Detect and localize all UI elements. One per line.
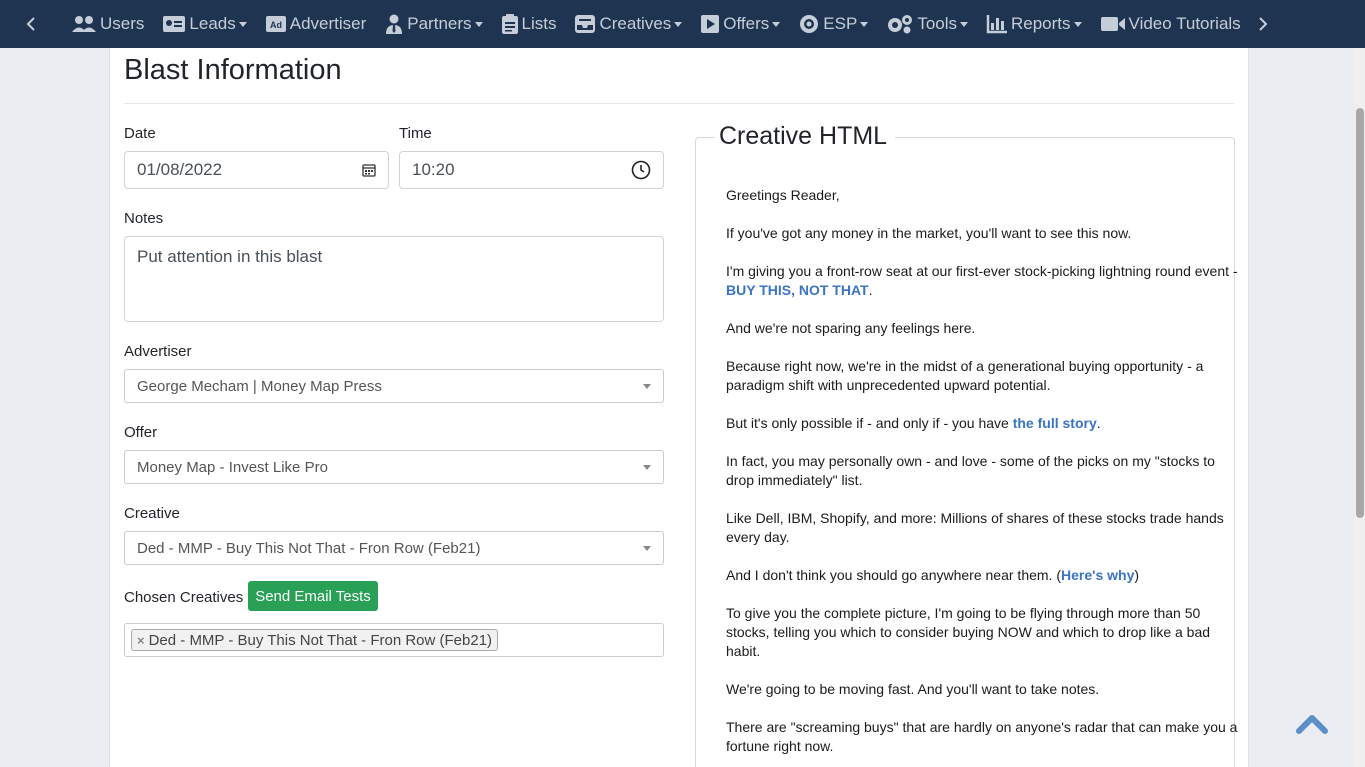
nav-item-label: ESP: [823, 14, 858, 33]
play-square-icon: [701, 15, 720, 33]
chevron-down-icon: [960, 21, 968, 27]
blast-card: Blast Information Date 01/08/2022 Time 1…: [109, 48, 1249, 767]
nav-item-label: Leads: [189, 14, 236, 33]
nav-item-label: Users: [100, 14, 145, 33]
nav-item-label: Tools: [917, 14, 957, 33]
chevron-down-icon: [772, 21, 781, 27]
chevron-down-icon: [643, 545, 651, 551]
chevron-down-icon: [1073, 21, 1082, 27]
creative-html-preview: Greetings Reader, If you've got any mone…: [726, 186, 1241, 767]
offer-label: Offer: [124, 424, 158, 441]
notes-textarea[interactable]: Put attention in this blast: [124, 236, 664, 322]
nav-item-leads[interactable]: Leads: [153, 0, 255, 48]
creative-paragraph: But it's only possible if - and only if …: [726, 415, 1101, 431]
svg-text:Ad: Ad: [270, 20, 282, 30]
creative-value: Ded - MMP - Buy This Not That - Fron Row…: [137, 539, 481, 557]
creative-paragraph: Greetings Reader,: [726, 187, 840, 203]
page-title: Blast Information: [124, 54, 342, 86]
date-label: Date: [124, 125, 156, 142]
nav-item-users[interactable]: Users: [62, 0, 153, 48]
creative-paragraph: Because right now, we're in the midst of…: [726, 358, 1204, 393]
notes-label: Notes: [124, 210, 164, 227]
nav-item-video-tutorials[interactable]: Video Tutorials: [1091, 0, 1250, 48]
chevron-down-icon: [643, 383, 651, 389]
creative-paragraph: I'm giving you a front-row seat at our f…: [726, 263, 1238, 298]
creative-link[interactable]: BUY THIS, NOT THAT: [726, 282, 869, 298]
time-input[interactable]: 10:20: [399, 151, 664, 189]
creative-html-legend: Creative HTML: [715, 122, 896, 151]
scrollbar-thumb[interactable]: [1356, 108, 1364, 518]
time-value: 10:20: [412, 160, 455, 179]
chosen-creatives-label: Chosen Creatives: [124, 589, 244, 606]
nav-item-esp[interactable]: ESP: [789, 0, 877, 48]
mail-bulk-icon: [800, 15, 819, 33]
creative-paragraph: We're going to be moving fast. And you'l…: [726, 681, 1100, 697]
advertiser-value: George Mecham | Money Map Press: [137, 377, 382, 395]
offer-value: Money Map - Invest Like Pro: [137, 458, 328, 476]
creative-paragraph: In fact, you may personally own - and lo…: [726, 453, 1215, 488]
title-divider: [124, 103, 1234, 104]
date-input[interactable]: 01/08/2022: [124, 151, 389, 189]
clipboard-list-icon: [501, 14, 518, 34]
chart-bar-icon: [986, 15, 1007, 34]
creative-paragraph: There are "screaming buys" that are hard…: [726, 719, 1238, 754]
page-scrollbar[interactable]: [1355, 48, 1365, 767]
creative-select[interactable]: Ded - MMP - Buy This Not That - Fron Row…: [124, 531, 664, 565]
calendar-icon[interactable]: [362, 163, 376, 177]
nav-item-label: Advertiser: [289, 14, 367, 33]
user-tie-icon: [386, 14, 403, 34]
advertiser-select[interactable]: George Mecham | Money Map Press: [124, 369, 664, 403]
chosen-creative-tag-label: Ded - MMP - Buy This Not That - Fron Row…: [148, 631, 493, 649]
creative-link[interactable]: the full story: [1013, 415, 1097, 431]
creative-paragraph: To give you the complete picture, I'm go…: [726, 605, 1211, 659]
nav-item-label: Reports: [1011, 14, 1071, 33]
inbox-icon: [575, 15, 596, 33]
offer-select[interactable]: Money Map - Invest Like Pro: [124, 450, 664, 484]
nav-item-reports[interactable]: Reports: [977, 0, 1091, 48]
chevron-down-icon: [474, 21, 483, 27]
nav-scroll-left-icon[interactable]: [0, 0, 62, 48]
date-value: 01/08/2022: [137, 160, 223, 179]
users-icon: [72, 16, 96, 32]
nav-item-advertiser[interactable]: Ad Advertiser: [256, 0, 376, 48]
ad-icon: Ad: [265, 16, 286, 32]
creative-paragraph: Like Dell, IBM, Shopify, and more: Milli…: [726, 510, 1224, 545]
time-label: Time: [399, 125, 432, 142]
creative-paragraph: And we're not sparing any feelings here.: [726, 320, 976, 336]
nav-item-label: Creatives: [599, 14, 672, 33]
id-card-icon: [163, 16, 186, 32]
nav-item-label: Partners: [407, 14, 472, 33]
nav-item-creatives[interactable]: Creatives: [565, 0, 691, 48]
chevron-down-icon: [643, 464, 651, 470]
chevron-down-icon: [860, 21, 869, 27]
creative-label: Creative: [124, 505, 180, 522]
chosen-creative-tag: × Ded - MMP - Buy This Not That - Fron R…: [131, 629, 499, 651]
cogs-icon: [888, 15, 913, 34]
nav-item-label: Offers: [723, 14, 770, 33]
nav-item-tools[interactable]: Tools: [877, 0, 977, 48]
nav-item-lists[interactable]: Lists: [492, 0, 566, 48]
nav-item-partners[interactable]: Partners: [375, 0, 491, 48]
back-to-top-icon[interactable]: [1296, 712, 1328, 734]
creative-paragraph: And I don't think you should go anywhere…: [726, 567, 1140, 583]
nav-item-offers[interactable]: Offers: [691, 0, 789, 48]
send-email-tests-button[interactable]: Send Email Tests: [248, 581, 378, 611]
creative-paragraph: If you've got any money in the market, y…: [726, 225, 1132, 241]
video-icon: [1100, 17, 1125, 31]
nav-item-label: Video Tutorials: [1128, 14, 1241, 33]
clock-icon[interactable]: [631, 160, 651, 180]
advertiser-label: Advertiser: [124, 343, 192, 360]
chevron-down-icon: [238, 21, 247, 27]
chevron-down-icon: [674, 21, 683, 27]
nav-item-label: Lists: [521, 14, 557, 33]
nav-scroll-right-icon[interactable]: [1250, 0, 1290, 48]
tag-remove-icon[interactable]: ×: [137, 633, 145, 648]
creative-link[interactable]: Here's why: [1061, 567, 1134, 583]
chosen-creatives-box[interactable]: × Ded - MMP - Buy This Not That - Fron R…: [124, 623, 664, 657]
top-navbar: Users Leads Ad Advertiser Partners Lists…: [0, 0, 1365, 48]
